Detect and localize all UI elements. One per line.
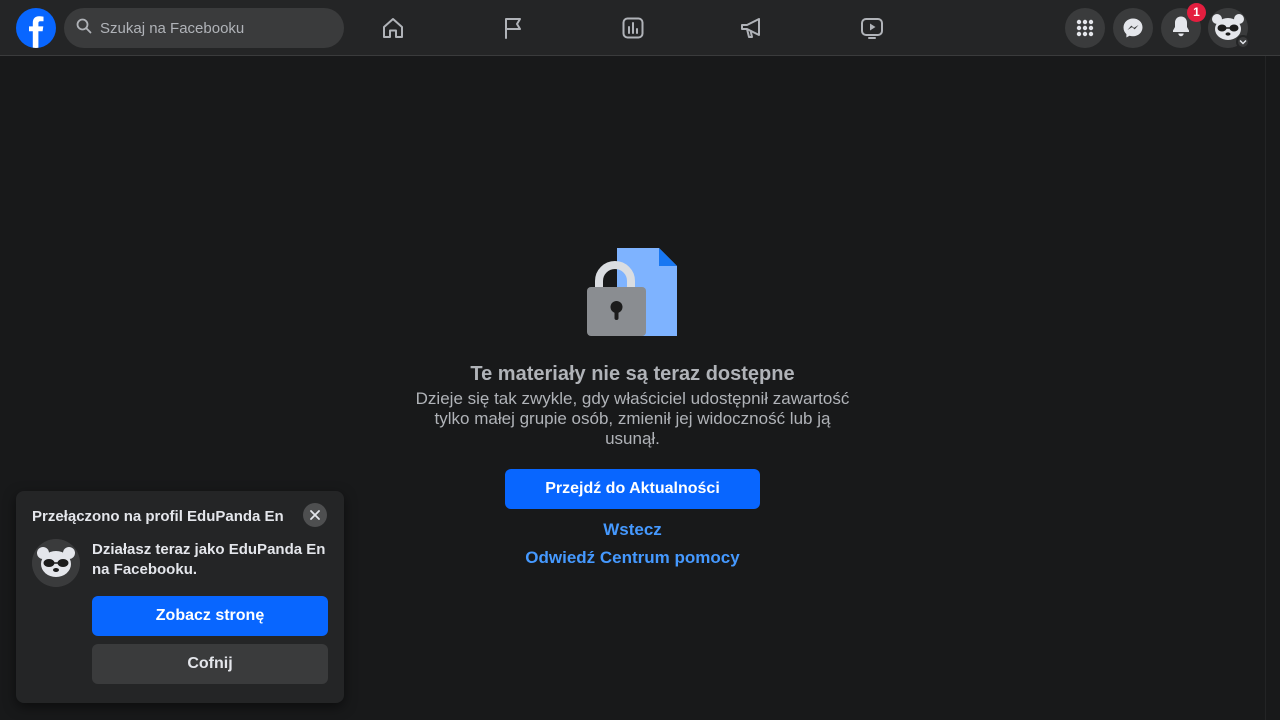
search-input[interactable] [100,19,320,37]
grid-menu-icon[interactable] [1065,8,1105,48]
facebook-logo-icon[interactable] [16,8,56,48]
avatar [32,539,80,587]
back-link[interactable]: Wstecz [340,520,925,540]
go-to-feed-button[interactable]: Przejdź do Aktualności [505,469,760,509]
flag-icon[interactable] [499,14,527,42]
toast-title: Przełączono na profil EduPanda En [32,508,284,525]
toast-message: Działasz teraz jako EduPanda En na Faceb… [92,541,326,578]
help-center-link[interactable]: Odwiedź Centrum pomocy [340,548,925,568]
page-title: Te materiały nie są teraz dostępne [470,363,795,385]
page-scrollbar[interactable] [1265,56,1280,720]
chart-icon[interactable] [619,14,647,42]
home-icon[interactable] [379,14,407,42]
search-icon [76,18,92,39]
profile-switch-toast: Przełączono na profil EduPanda En Działa… [16,491,344,703]
view-page-button[interactable]: Zobacz stronę [92,596,328,636]
lock-document-icon [586,247,678,337]
search-box[interactable] [64,8,344,48]
messenger-icon[interactable] [1113,8,1153,48]
bell-icon [1171,15,1191,42]
undo-button[interactable]: Cofnij [92,644,328,684]
close-icon[interactable] [303,503,327,527]
chevron-down-icon[interactable] [1236,35,1250,49]
top-navigation-bar: 1 [0,0,1280,56]
video-icon[interactable] [858,14,886,42]
notification-count-badge: 1 [1187,3,1206,22]
megaphone-icon[interactable] [738,14,766,42]
page-description: Dzieje się tak zwykle, gdy właściciel ud… [415,389,850,448]
